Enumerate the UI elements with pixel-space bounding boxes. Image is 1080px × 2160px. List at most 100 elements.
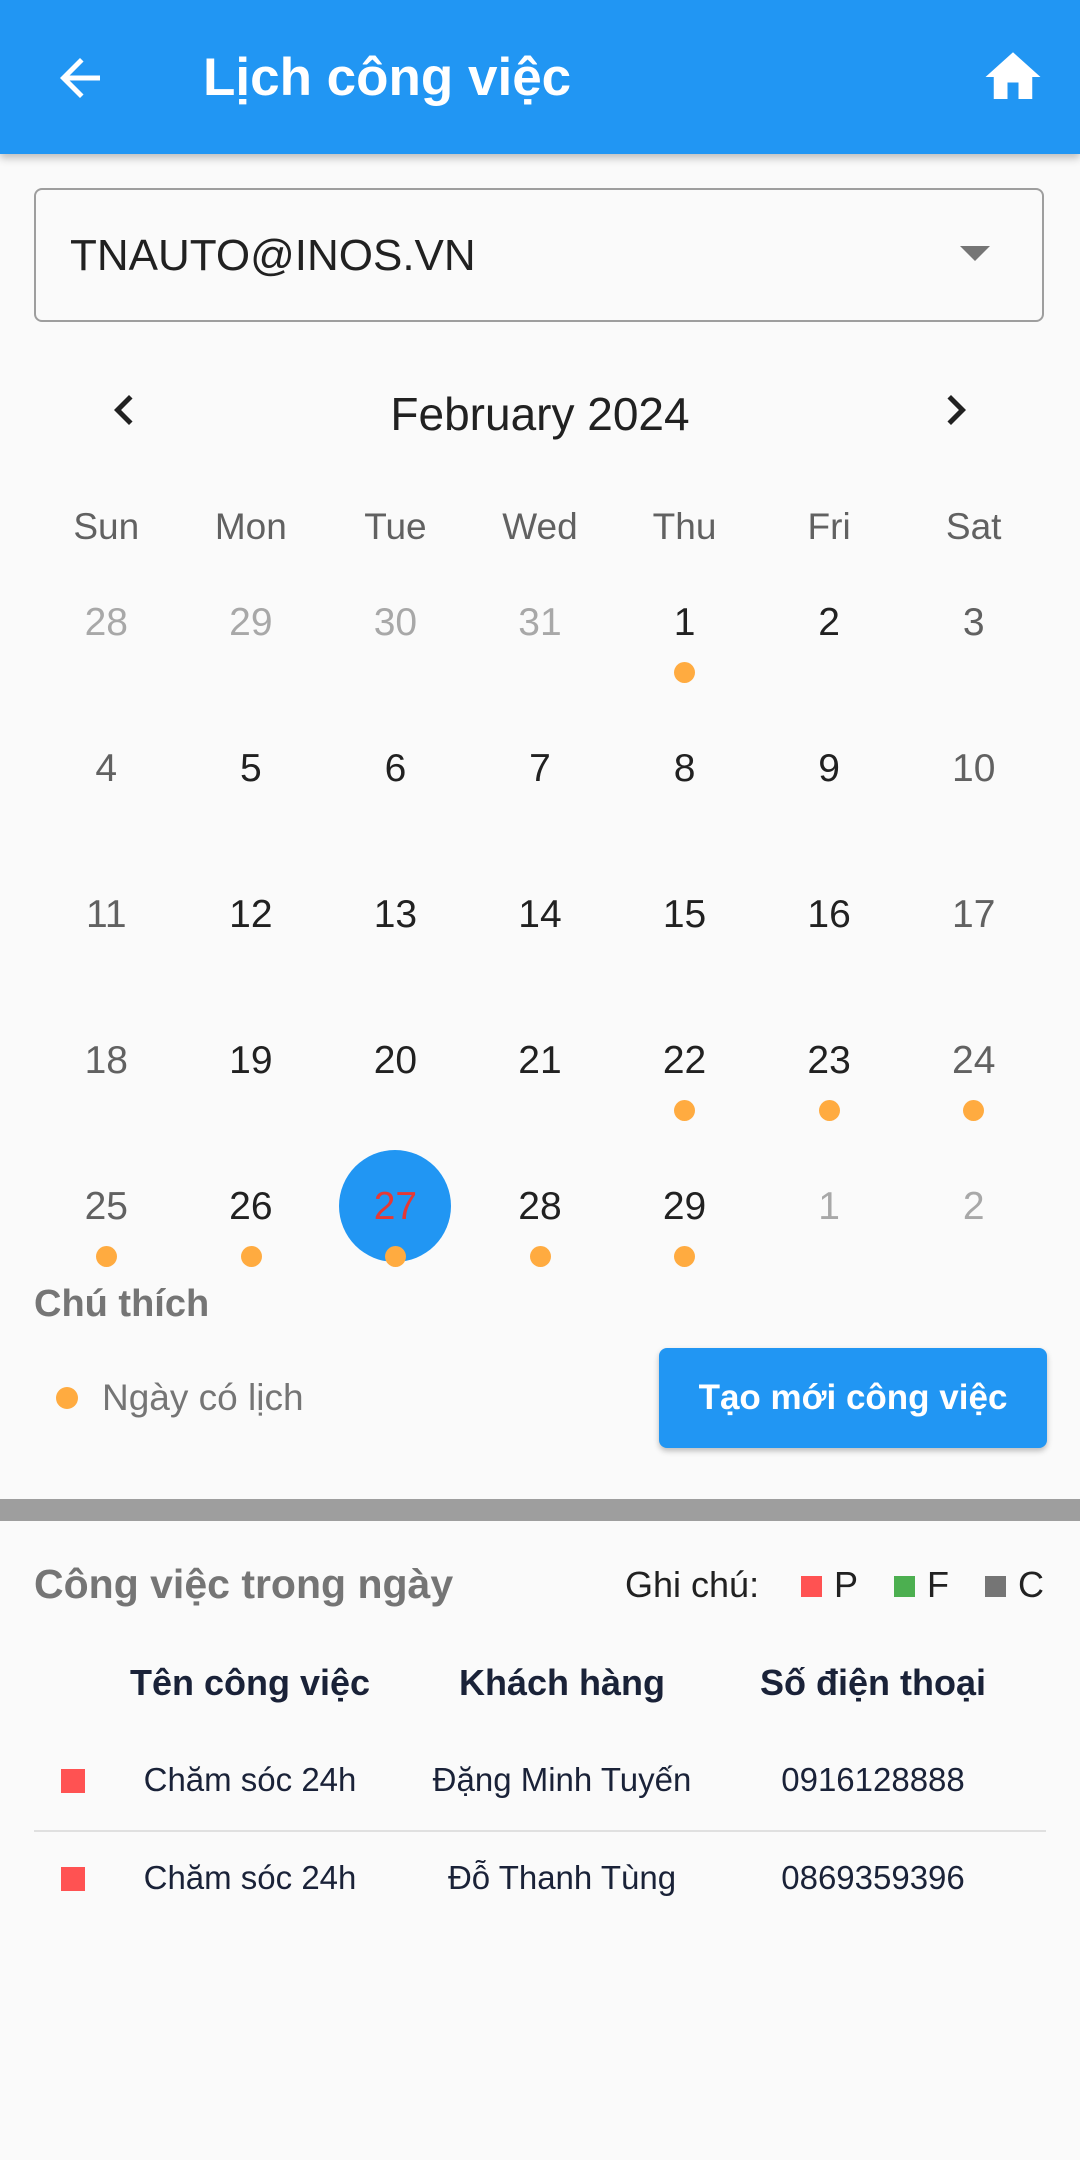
calendar-day[interactable]: 1 <box>612 560 757 706</box>
calendar-day-number: 2 <box>818 601 840 644</box>
home-icon[interactable] <box>980 44 1046 110</box>
customer-cell: Đỗ Thanh Tùng <box>447 1859 677 1896</box>
status-note-label: Ghi chú: <box>625 1564 760 1605</box>
status-key-label: C <box>1018 1564 1044 1605</box>
calendar-day-number: 18 <box>84 1039 128 1082</box>
arrow-back-icon[interactable] <box>50 48 110 108</box>
task-name-cell: Chăm sóc 24h <box>143 1761 357 1798</box>
event-dot-icon <box>529 1246 551 1267</box>
status-key-label: F <box>927 1564 949 1605</box>
status-key-label: P <box>834 1564 859 1605</box>
calendar-day[interactable]: 19 <box>179 998 324 1144</box>
section-divider <box>0 1499 1080 1521</box>
calendar-day-number: 11 <box>86 893 127 936</box>
weekday-label: Fri <box>807 506 851 547</box>
dropdown-arrow-icon <box>960 246 990 261</box>
calendar-day[interactable]: 6 <box>323 706 468 852</box>
calendar-day[interactable]: 29 <box>179 560 324 706</box>
status-square-icon <box>61 1867 85 1891</box>
calendar-day-number: 15 <box>662 893 707 936</box>
weekday-label: Sat <box>945 506 1002 547</box>
calendar-day[interactable]: 31 <box>468 560 613 706</box>
calendar-day[interactable]: 4 <box>34 706 179 852</box>
account-dropdown[interactable]: TNAUTO@INOS.VN <box>34 188 1044 322</box>
calendar-day-number: 5 <box>239 747 262 790</box>
status-square-icon <box>61 1769 85 1793</box>
calendar-day[interactable]: 16 <box>757 852 902 998</box>
calendar-day-number: 28 <box>518 1185 562 1228</box>
calendar-month-title: February 2024 <box>390 388 690 440</box>
calendar-day[interactable]: 26 <box>179 1144 324 1290</box>
calendar-day[interactable]: 11 <box>34 852 179 998</box>
calendar-day[interactable]: 2 <box>901 1144 1046 1290</box>
calendar-day[interactable]: 25 <box>34 1144 179 1290</box>
create-task-button[interactable]: Tạo mới công việc <box>659 1348 1047 1448</box>
weekday-label: Sun <box>73 506 140 547</box>
calendar-day-number: 6 <box>384 747 407 790</box>
weekday-label: Wed <box>502 506 578 547</box>
weekday-label: Thu <box>652 506 717 547</box>
calendar-day[interactable]: 30 <box>323 560 468 706</box>
calendar-day-number: 19 <box>229 1039 273 1082</box>
table-row[interactable]: Chăm sóc 24h Đỗ Thanh Tùng 0869359396 <box>34 1829 1046 1927</box>
calendar-day[interactable]: 14 <box>468 852 613 998</box>
event-dot-icon <box>963 1100 985 1121</box>
calendar-day-number: 23 <box>807 1039 851 1082</box>
legend-label: Ngày có lịch <box>102 1377 304 1418</box>
calendar-day[interactable]: 9 <box>757 706 902 852</box>
calendar-day[interactable]: 29 <box>612 1144 757 1290</box>
calendar-day-number: 28 <box>84 601 128 644</box>
calendar-day-selected[interactable]: 27 <box>323 1144 468 1290</box>
page-title: Lịch công việc <box>203 48 572 107</box>
calendar-day[interactable]: 20 <box>323 998 468 1144</box>
event-dot-icon <box>674 1246 696 1267</box>
calendar-day-number: 21 <box>518 1039 562 1082</box>
calendar-day-number: 30 <box>373 601 418 644</box>
calendar-day[interactable]: 24 <box>901 998 1046 1144</box>
calendar-day[interactable]: 8 <box>612 706 757 852</box>
calendar-day[interactable]: 1 <box>757 1144 902 1290</box>
phone-cell: 0916128888 <box>781 1761 965 1798</box>
event-dot-icon <box>818 1100 840 1121</box>
calendar-day[interactable]: 2 <box>757 560 902 706</box>
calendar-day[interactable]: 28 <box>34 560 179 706</box>
calendar-day-number: 9 <box>818 747 840 790</box>
calendar-day[interactable]: 21 <box>468 998 613 1144</box>
column-header-customer: Khách hàng <box>458 1662 665 1703</box>
calendar-day-number: 10 <box>952 747 996 790</box>
calendar-day[interactable]: 12 <box>179 852 324 998</box>
calendar-day-number: 16 <box>807 893 851 936</box>
phone-cell: 0869359396 <box>781 1859 965 1896</box>
tasks-section-title: Công việc trong ngày <box>34 1561 454 1607</box>
calendar-day[interactable]: 5 <box>179 706 324 852</box>
calendar-day[interactable]: 13 <box>323 852 468 998</box>
chevron-right-icon[interactable] <box>926 380 986 440</box>
calendar-day[interactable]: 23 <box>757 998 902 1144</box>
weekday-label: Tue <box>364 506 427 547</box>
calendar-day-number: 17 <box>952 893 996 936</box>
column-header-task-name: Tên công việc <box>129 1662 371 1703</box>
calendar-day[interactable]: 18 <box>34 998 179 1144</box>
calendar-day-number: 8 <box>673 747 696 790</box>
calendar-day[interactable]: 22 <box>612 998 757 1144</box>
calendar-day-number: 3 <box>962 601 985 644</box>
calendar-day[interactable]: 15 <box>612 852 757 998</box>
table-row[interactable]: Chăm sóc 24h Đặng Minh Tuyến 0916128888 <box>34 1731 1046 1829</box>
calendar-day-number: 1 <box>673 601 696 644</box>
calendar-day-number: 12 <box>229 893 273 936</box>
calendar-day[interactable]: 17 <box>901 852 1046 998</box>
calendar-day-number: 4 <box>95 747 118 790</box>
event-dot-icon <box>674 662 696 683</box>
status-square-icon <box>894 1576 915 1597</box>
calendar-day[interactable]: 3 <box>901 560 1046 706</box>
legend-title: Chú thích <box>34 1283 210 1325</box>
event-dot-icon <box>96 1246 117 1267</box>
calendar-day[interactable]: 10 <box>901 706 1046 852</box>
calendar-day-number: 7 <box>529 747 551 790</box>
account-selected-value: TNAUTO@INOS.VN <box>70 231 476 280</box>
calendar-day-number: 22 <box>662 1039 707 1082</box>
calendar-day-number: 27 <box>373 1185 418 1228</box>
calendar-day-number: 1 <box>818 1185 840 1228</box>
calendar-day[interactable]: 7 <box>468 706 613 852</box>
calendar-day[interactable]: 28 <box>468 1144 613 1290</box>
